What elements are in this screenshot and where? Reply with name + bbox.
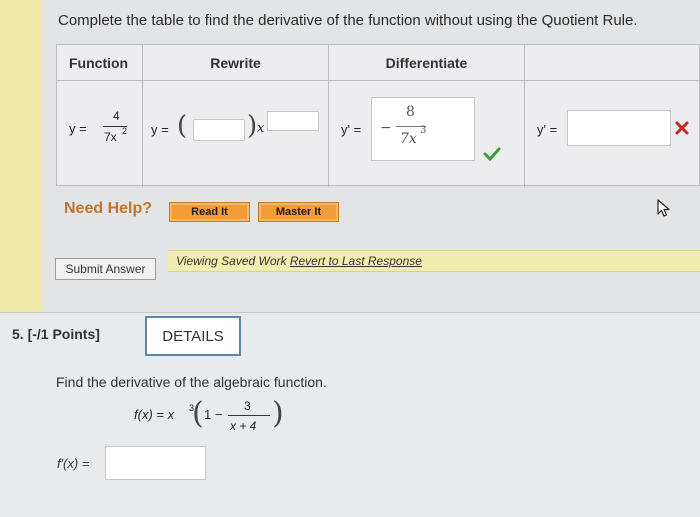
function-cell: y = 4 7x 2 (57, 81, 143, 187)
differentiate-sign: − (380, 120, 392, 136)
differentiate-denominator-exponent: 3 (420, 125, 427, 136)
checkmark-icon (483, 147, 501, 161)
function-denominator: 7x (104, 130, 117, 144)
question-header: 5. [-/1 Points] (12, 326, 100, 342)
rewrite-close-paren: ) (247, 111, 258, 141)
x-icon (675, 121, 689, 135)
function-numerator: 4 (113, 109, 120, 123)
left-accent-strip (0, 0, 42, 312)
formula-one-minus: 1 − (204, 407, 223, 422)
differentiate-denominator: 7x (400, 131, 417, 147)
rewrite-open-paren: ( (177, 111, 188, 141)
instruction-text: Complete the table to find the derivativ… (58, 12, 638, 29)
rewrite-variable: x (257, 121, 265, 136)
saved-work-text: Viewing Saved Work (176, 254, 287, 268)
submit-answer-button[interactable]: Submit Answer (55, 258, 156, 280)
derivative-answer-input[interactable] (105, 446, 206, 480)
differentiate-lhs: y' = (341, 122, 362, 137)
header-rewrite: Rewrite (143, 45, 329, 81)
differentiate-numerator: 8 (406, 104, 415, 120)
formula-numerator: 3 (244, 399, 251, 413)
revert-link[interactable]: Revert to Last Response (290, 254, 422, 268)
formula-denominator: x + 4 (230, 419, 257, 433)
need-help-label: Need Help? (64, 200, 153, 217)
header-blank (525, 45, 700, 81)
section-divider (0, 312, 700, 313)
header-differentiate: Differentiate (329, 45, 525, 81)
details-button[interactable]: DETAILS (145, 316, 241, 356)
header-function: Function (57, 45, 143, 81)
rewrite-lhs: y = (151, 122, 169, 137)
mouse-cursor-icon (657, 199, 670, 217)
rewrite-coefficient-input[interactable] (193, 119, 245, 141)
derivative-table: Function Rewrite Differentiate y = 4 7x … (56, 44, 700, 187)
read-it-button[interactable]: Read It (169, 202, 250, 222)
saved-work-banner: Viewing Saved Work Revert to Last Respon… (168, 250, 700, 272)
formula-fraction-bar (228, 415, 270, 416)
final-derivative-cell: y' = (525, 81, 700, 187)
function-denominator-exponent: 2 (122, 126, 128, 136)
differentiate-cell: y' = − 8 7x 3 (329, 81, 525, 187)
formula-lhs: f(x) = x (134, 407, 175, 422)
final-lhs: y' = (537, 122, 558, 137)
formula-open-paren: ( (192, 396, 204, 431)
rewrite-exponent-input[interactable] (267, 111, 319, 131)
question-prompt: Find the derivative of the algebraic fun… (56, 374, 327, 390)
differentiate-answer-box[interactable]: − 8 7x 3 (371, 97, 475, 161)
formula-close-paren: ) (272, 396, 284, 431)
final-derivative-input[interactable] (567, 110, 671, 146)
function-lhs: y = (69, 121, 87, 136)
rewrite-cell: y = ( ) x (143, 81, 329, 187)
answer-label: f′(x) = (57, 456, 90, 471)
master-it-button[interactable]: Master It (258, 202, 339, 222)
